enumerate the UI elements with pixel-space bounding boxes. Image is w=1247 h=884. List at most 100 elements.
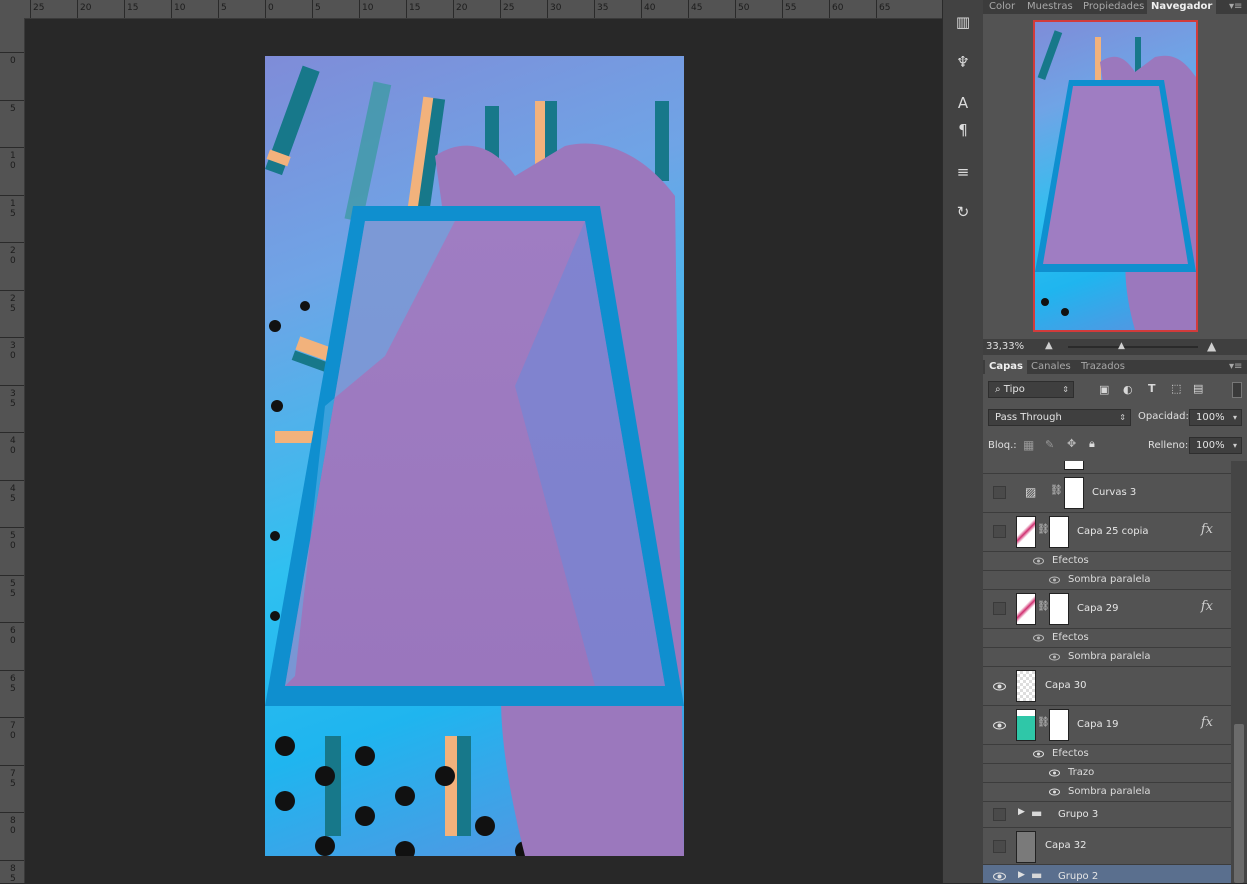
eye-icon[interactable] — [1049, 576, 1060, 584]
layer-name[interactable]: Capa 29 — [1077, 603, 1119, 614]
fx-icon[interactable]: fx — [1201, 522, 1213, 537]
zoom-slider-handle[interactable]: ▲ — [1118, 341, 1125, 351]
eye-icon[interactable] — [1033, 634, 1044, 642]
ruler-label: 50 — [738, 3, 750, 13]
filter-toggle[interactable] — [1232, 382, 1242, 398]
lock-paint-icon[interactable]: ✎ — [1045, 438, 1054, 451]
visibility-toggle[interactable] — [993, 486, 1006, 499]
fx-icon[interactable]: fx — [1201, 715, 1213, 730]
blend-mode-select[interactable]: Pass Through ⇕ — [988, 409, 1131, 426]
effects-row[interactable]: Efectos — [983, 745, 1231, 764]
zoom-slider[interactable] — [1068, 346, 1198, 348]
eye-icon[interactable] — [1049, 788, 1060, 796]
filter-smart-object-icon[interactable]: ▤ — [1193, 382, 1203, 395]
layer-row[interactable]: ⛓ Capa 25 copia fx — [983, 513, 1231, 552]
lock-move-icon[interactable]: ✥ — [1067, 437, 1076, 450]
layer-row[interactable]: ⛓ Capa 29 fx — [983, 590, 1231, 629]
tab-muestras[interactable]: Muestras — [1023, 0, 1077, 14]
visibility-toggle[interactable] — [993, 602, 1006, 615]
fill-input[interactable]: 100% ▾ — [1189, 437, 1242, 454]
ruler-label: 8 0 — [10, 816, 16, 836]
ruler-tick — [876, 0, 877, 18]
filter-type-icon[interactable]: T — [1148, 382, 1156, 395]
visibility-toggle[interactable] — [993, 840, 1006, 853]
layer-row[interactable]: ⛓ Capa 19 fx — [983, 706, 1231, 745]
ruler-label: 10 — [174, 3, 186, 13]
ruler-tick — [218, 0, 219, 18]
ruler-tick — [688, 0, 689, 18]
eye-icon[interactable] — [993, 719, 1006, 732]
lock-transparency-icon[interactable]: ▦ — [1023, 438, 1034, 452]
layers-panel-menu-icon[interactable]: ▾≡ — [1225, 360, 1246, 374]
ruler-label: 5 0 — [10, 531, 16, 551]
layer-name[interactable]: Grupo 2 — [1058, 871, 1098, 882]
layer-name[interactable]: Capa 25 copia — [1077, 526, 1149, 537]
document-canvas[interactable] — [265, 56, 684, 856]
expand-arrow-icon[interactable]: ▶ — [1018, 870, 1025, 880]
histogram-icon[interactable]: ▥ — [953, 12, 973, 32]
panel-menu-icon[interactable]: ▾≡ — [1225, 0, 1246, 14]
eye-icon[interactable] — [1049, 769, 1060, 777]
eye-icon[interactable] — [1033, 750, 1044, 758]
eye-icon[interactable] — [993, 870, 1006, 883]
effect-row[interactable]: Sombra paralela — [983, 571, 1231, 590]
ruler-label: 60 — [832, 3, 844, 13]
layer-name[interactable]: Capa 30 — [1045, 680, 1087, 691]
effects-row[interactable]: Efectos — [983, 552, 1231, 571]
layer-name[interactable]: Curvas 3 — [1092, 487, 1136, 498]
layer-row[interactable]: Capa 32 — [983, 828, 1231, 865]
effect-row[interactable]: Sombra paralela — [983, 648, 1231, 667]
visibility-toggle[interactable] — [993, 808, 1006, 821]
filter-adjustment-icon[interactable]: ◐ — [1123, 383, 1133, 396]
ruler-label: 2 0 — [10, 246, 16, 266]
tab-capas[interactable]: Capas — [985, 360, 1027, 374]
effect-name: Trazo — [1068, 767, 1095, 778]
ruler-label: 5 — [10, 103, 16, 114]
layer-filter-select[interactable]: ⌕ Tipo ⇕ — [988, 381, 1074, 398]
fx-icon[interactable]: fx — [1201, 599, 1213, 614]
layer-row-partial[interactable] — [983, 461, 1231, 474]
paragraph-icon[interactable]: ¶ — [953, 120, 973, 140]
layer-row[interactable]: ▨ ⛓ Curvas 3 — [983, 474, 1231, 513]
layers-scrollbar-thumb[interactable] — [1234, 724, 1244, 883]
tab-propiedades[interactable]: Propiedades — [1079, 0, 1148, 14]
ruler-label: 6 5 — [10, 673, 16, 694]
layer-name[interactable]: Capa 19 — [1077, 719, 1119, 730]
lock-all-icon[interactable]: 🔒︎ — [1089, 437, 1095, 451]
ruler-label: 3 0 — [10, 341, 16, 361]
opacity-input[interactable]: 100% ▾ — [1189, 409, 1242, 426]
tab-trazados[interactable]: Trazados — [1077, 360, 1129, 374]
character-icon[interactable]: A — [953, 93, 973, 113]
tab-color[interactable]: Color — [985, 0, 1019, 14]
ruler-tick — [0, 574, 24, 576]
eye-icon[interactable] — [1033, 557, 1044, 565]
zoom-out-icon[interactable]: ▲ — [1045, 340, 1053, 351]
visibility-toggle[interactable] — [993, 525, 1006, 538]
expand-arrow-icon[interactable]: ▶ — [1018, 807, 1025, 817]
effect-row[interactable]: Trazo — [983, 764, 1231, 783]
eye-icon[interactable] — [993, 680, 1006, 693]
zoom-in-icon[interactable]: ▲ — [1207, 339, 1216, 353]
tab-canales[interactable]: Canales — [1027, 360, 1075, 374]
layer-row[interactable]: ▶ ▬ Grupo 3 — [983, 802, 1231, 828]
filter-shape-icon[interactable]: ⬚ — [1171, 382, 1181, 395]
brush-presets-icon[interactable]: ♆ — [953, 52, 973, 72]
layer-name[interactable]: Capa 32 — [1045, 840, 1087, 851]
link-icon: ⛓ — [1050, 485, 1063, 496]
navigator-preview[interactable] — [1033, 20, 1198, 332]
layer-name[interactable]: Grupo 3 — [1058, 809, 1098, 820]
adjustments-icon[interactable]: ≡ — [953, 162, 973, 182]
ruler-label: 45 — [691, 3, 703, 13]
history-icon[interactable]: ↻ — [953, 202, 973, 222]
filter-image-icon[interactable]: ▣ — [1099, 383, 1109, 396]
zoom-value[interactable]: 33,33% — [986, 341, 1024, 352]
effects-row[interactable]: Efectos — [983, 629, 1231, 648]
ruler-tick — [312, 0, 313, 18]
effect-row[interactable]: Sombra paralela — [983, 783, 1231, 802]
layer-row-selected[interactable]: ▶ ▬ Grupo 2 — [983, 865, 1231, 883]
tab-navegador[interactable]: Navegador — [1147, 0, 1217, 14]
layer-mask-thumb — [1064, 477, 1084, 509]
layer-row[interactable]: Capa 30 — [983, 667, 1231, 706]
ruler-label: 5 5 — [10, 578, 16, 599]
eye-icon[interactable] — [1049, 653, 1060, 661]
